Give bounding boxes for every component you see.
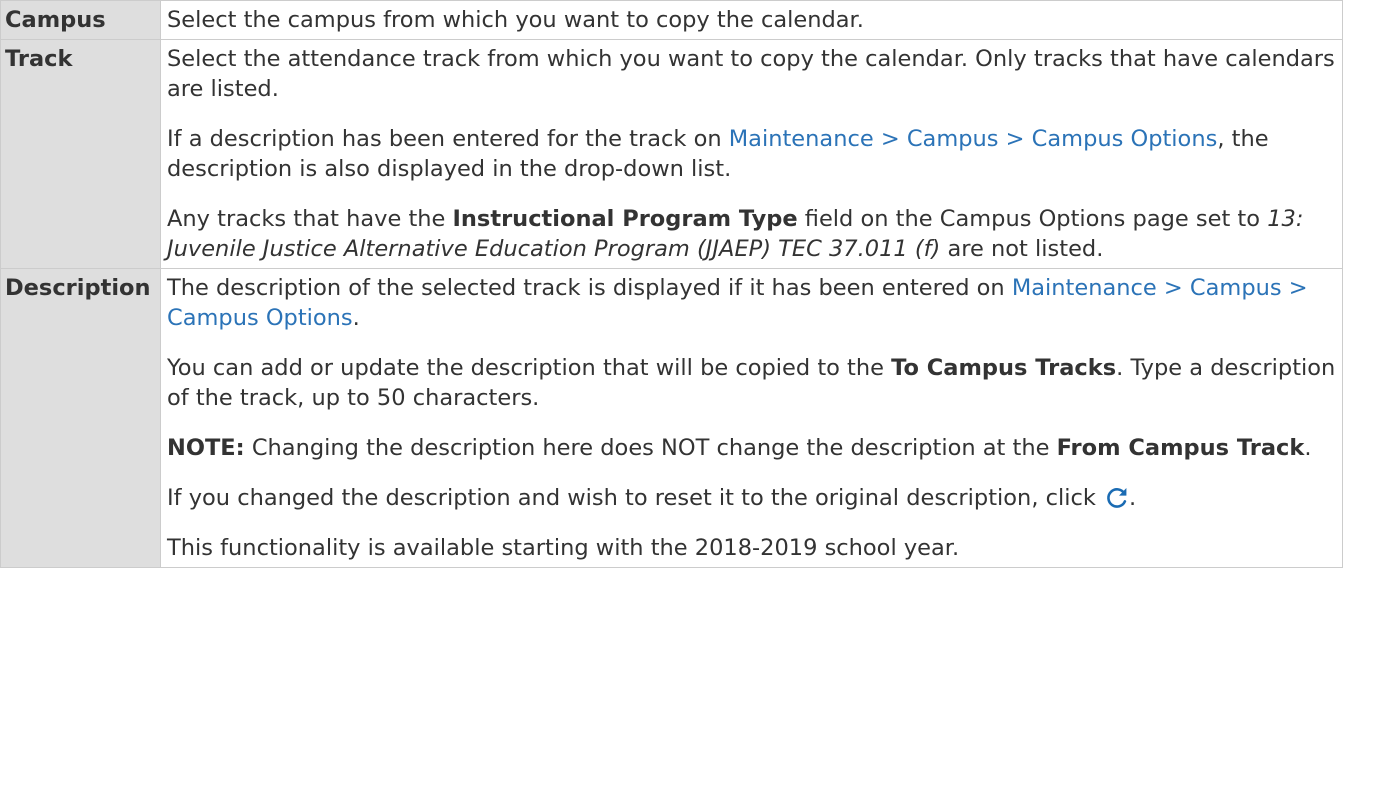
table-row-description: Description The description of the selec… (0, 268, 1343, 568)
description-p1-text-after: . (352, 305, 360, 331)
field-description-description: The description of the selected track is… (160, 268, 1343, 568)
description-paragraph-3: NOTE: Changing the description here does… (167, 433, 1336, 463)
from-campus-track-label: From Campus Track (1056, 435, 1305, 461)
campus-text: Select the campus from which you want to… (167, 7, 864, 33)
field-description-table: Campus Select the campus from which you … (0, 0, 1343, 568)
track-paragraph-2: If a description has been entered for th… (167, 124, 1336, 184)
track-p2-text-before: If a description has been entered for th… (167, 126, 729, 152)
description-paragraph-1: The description of the selected track is… (167, 273, 1336, 333)
table-row-campus: Campus Select the campus from which you … (0, 0, 1343, 40)
note-label: NOTE: (167, 435, 245, 461)
field-description-track: Select the attendance track from which y… (160, 39, 1343, 269)
field-description-campus: Select the campus from which you want to… (160, 0, 1343, 40)
track-paragraph-3: Any tracks that have the Instructional P… (167, 204, 1336, 264)
description-paragraph-5: This functionality is available starting… (167, 535, 960, 561)
description-p1-text-before: The description of the selected track is… (167, 275, 1012, 301)
field-name-track: Track (0, 39, 161, 269)
instructional-program-type-label: Instructional Program Type (452, 206, 798, 232)
track-p3-text-after: are not listed. (940, 236, 1104, 262)
track-p3-text-before: Any tracks that have the (167, 206, 453, 232)
description-p3-text-after: . (1304, 435, 1312, 461)
field-name-campus: Campus (0, 0, 161, 40)
track-p3-text-mid: field on the Campus Options page set to (797, 206, 1268, 232)
description-p4-text-after: . (1129, 485, 1137, 511)
track-paragraph-1: Select the attendance track from which y… (167, 46, 1335, 102)
description-paragraph-2: You can add or update the description th… (167, 353, 1336, 413)
campus-options-link[interactable]: Maintenance > Campus > Campus Options (729, 126, 1218, 152)
table-row-track: Track Select the attendance track from w… (0, 39, 1343, 269)
description-p4-text-before: If you changed the description and wish … (167, 485, 1104, 511)
description-paragraph-4: If you changed the description and wish … (167, 483, 1336, 513)
reset-icon (1107, 488, 1127, 508)
description-p3-text-mid: Changing the description here does NOT c… (244, 435, 1057, 461)
to-campus-tracks-label: To Campus Tracks (891, 355, 1117, 381)
description-p2-text-before: You can add or update the description th… (167, 355, 892, 381)
field-name-description: Description (0, 268, 161, 568)
